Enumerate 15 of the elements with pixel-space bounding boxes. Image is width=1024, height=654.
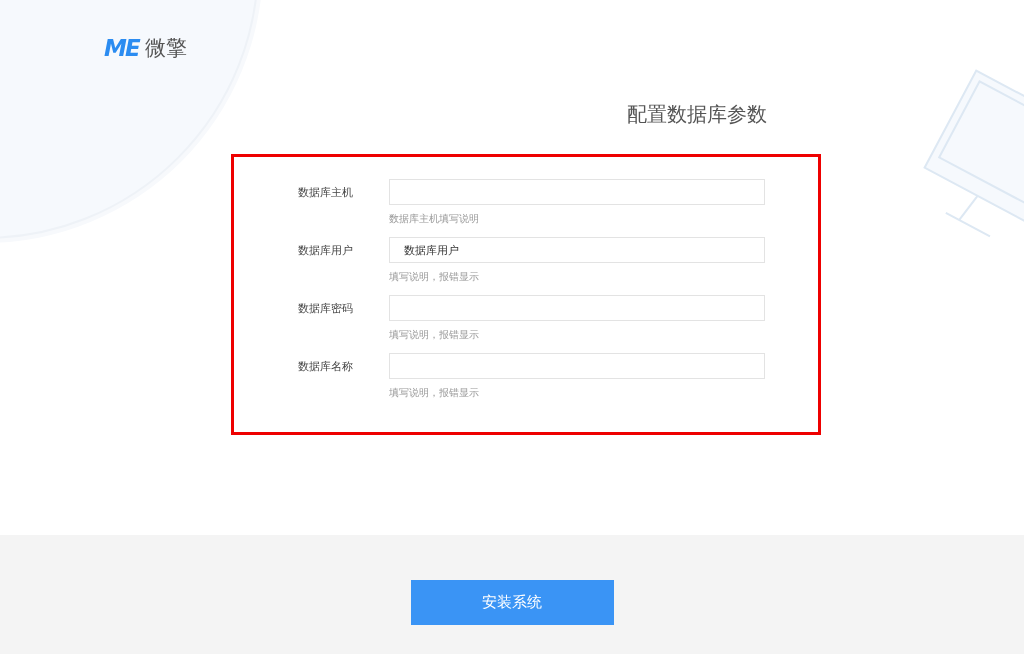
input-field[interactable] xyxy=(389,353,765,379)
input-field[interactable] xyxy=(389,295,765,321)
brand-logo: ME xyxy=(104,35,139,61)
input-field[interactable]: 数据库用户 xyxy=(389,237,765,263)
field-hint: 数据库主机填写说明 xyxy=(389,212,480,224)
input-field[interactable] xyxy=(389,179,765,205)
brand-name: 微擎 xyxy=(144,35,187,62)
field-hint: 填写说明，报错显示 xyxy=(389,270,480,282)
field-label: 数据库用户 xyxy=(298,243,354,259)
field-hint: 填写说明，报错显示 xyxy=(389,386,480,398)
field-label: 数据库主机 xyxy=(298,185,354,201)
page-title: 配置数据库参数 xyxy=(627,101,767,128)
field-hint: 填写说明，报错显示 xyxy=(389,328,480,340)
field-label: 数据库密码 xyxy=(298,301,354,317)
field-label: 数据库名称 xyxy=(298,359,354,375)
